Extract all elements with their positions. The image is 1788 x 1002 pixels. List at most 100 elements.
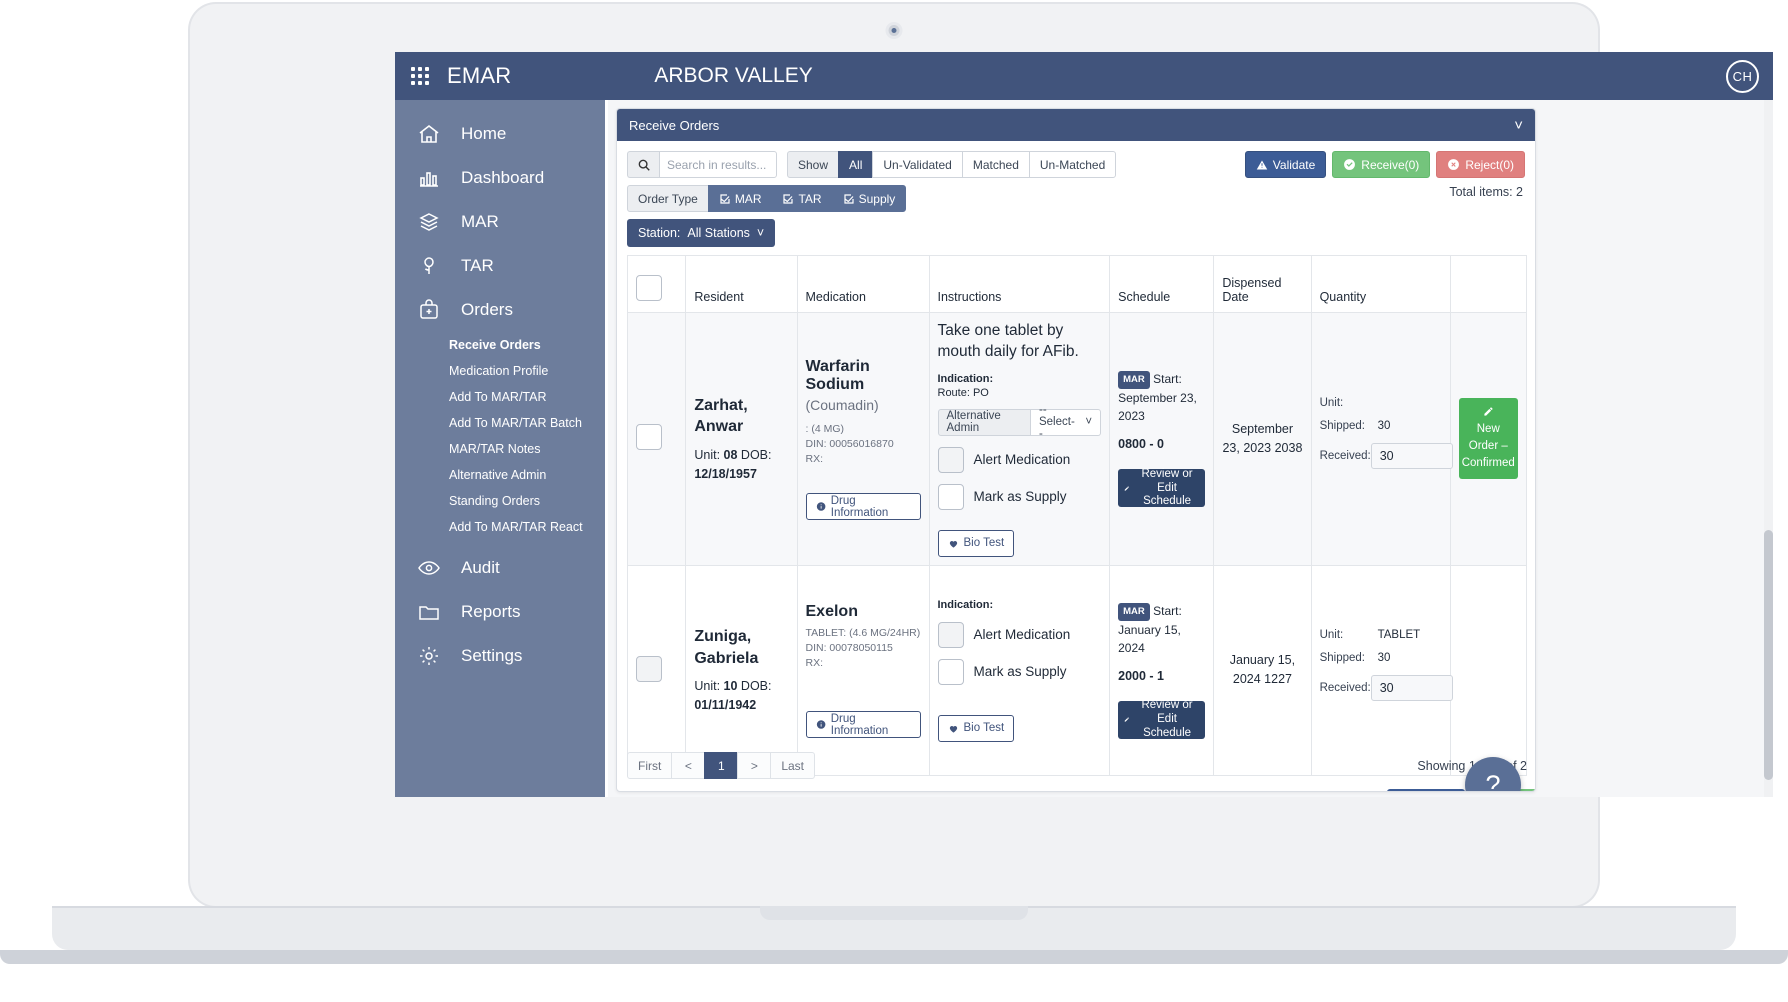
order-type-tar[interactable]: TAR xyxy=(771,185,833,212)
received-input[interactable] xyxy=(1370,674,1453,701)
orders-table: Resident Medication Instructions Schedul… xyxy=(626,255,1528,776)
orders-submenu: Receive Orders Medication Profile Add To… xyxy=(395,332,605,540)
top-bar: EMAR ARBOR VALLEY CH xyxy=(395,52,1773,100)
pager-prev[interactable]: < xyxy=(671,752,706,779)
sidebar-subitem-receive-orders[interactable]: Receive Orders xyxy=(395,332,605,358)
select-all-checkbox[interactable] xyxy=(636,275,662,301)
mark-as-supply-label: Mark as Supply xyxy=(973,664,1067,680)
medication-din: DIN: 00056016870 xyxy=(805,437,894,450)
medication-strength: : (4 MG) xyxy=(805,422,845,435)
eye-icon xyxy=(417,555,451,581)
sidebar-subitem-standing-orders[interactable]: Standing Orders xyxy=(395,488,605,514)
drug-information-button[interactable]: Drug Information xyxy=(805,493,921,521)
sidebar-subitem-add-to-mar-tar[interactable]: Add To MAR/TAR xyxy=(395,384,605,410)
pager-last[interactable]: Last xyxy=(770,752,816,779)
schedule-time: 2000 - 1 xyxy=(1118,668,1164,683)
alert-medication-checkbox[interactable] xyxy=(937,621,964,648)
status-badge[interactable]: New Order – Confirmed xyxy=(1458,398,1518,480)
mark-as-supply-checkbox[interactable] xyxy=(937,658,964,685)
mark-as-supply-row: Mark as Supply xyxy=(937,658,1102,685)
show-filter-all[interactable]: All xyxy=(838,151,874,178)
review-edit-schedule-button[interactable]: Review or Edit Schedule xyxy=(1118,468,1206,508)
chevron-down-icon: ˅ xyxy=(756,226,765,240)
mark-as-supply-checkbox[interactable] xyxy=(937,483,964,510)
order-type-supply[interactable]: Supply xyxy=(831,185,907,212)
sidebar-item-reports[interactable]: Reports xyxy=(395,590,605,634)
drug-information-button[interactable]: Drug Information xyxy=(805,711,921,739)
header-dispensed-date: Dispensed Date xyxy=(1213,255,1312,313)
sidebar-subitem-medication-profile[interactable]: Medication Profile xyxy=(395,358,605,384)
shipped-label: Shipped: xyxy=(1319,651,1365,664)
times-circle-icon xyxy=(1448,159,1460,170)
receive-button[interactable]: Receive(0) xyxy=(1332,151,1431,178)
avatar[interactable]: CH xyxy=(1726,60,1759,93)
pager-first[interactable]: First xyxy=(627,752,673,779)
pager-page-1[interactable]: 1 xyxy=(704,752,739,779)
laptop-lid: EMAR ARBOR VALLEY CH Home Dashboard MAR … xyxy=(190,4,1773,906)
card-header: Receive Orders ˅ xyxy=(617,109,1535,141)
sidebar-subitem-mar-tar-notes[interactable]: MAR/TAR Notes xyxy=(395,436,605,462)
sidebar-item-mar[interactable]: MAR xyxy=(395,200,605,244)
reject-label: Reject(0) xyxy=(1465,157,1514,172)
schedule-cell: MAR Start: September 23, 2023 0800 - 0 R… xyxy=(1109,312,1215,566)
chevron-down-icon[interactable]: ˅ xyxy=(1514,117,1523,134)
scrollbar-track[interactable] xyxy=(1764,100,1773,797)
sidebar-item-home[interactable]: Home xyxy=(395,112,605,156)
reject-button[interactable]: Reject(0) xyxy=(1436,151,1525,178)
drug-information-label: Drug Information xyxy=(830,494,889,519)
dispensed-date-value: September 23, 2023 2038 xyxy=(1222,421,1303,455)
instructions-text: Take one tablet by mouth daily for AFib. xyxy=(937,322,1079,360)
order-type-group: Order Type MAR TAR Supply xyxy=(627,185,907,212)
bio-test-button[interactable]: Bio Test xyxy=(937,529,1015,557)
show-filter-un-matched[interactable]: Un-Matched xyxy=(1028,151,1117,178)
resident-cell: Zuniga, Gabriela Unit: 10 DOB: 01/11/194… xyxy=(685,564,798,776)
dob-value: 01/11/1942 xyxy=(694,697,757,712)
header-resident: Resident xyxy=(685,255,798,313)
scrollbar-thumb[interactable] xyxy=(1764,530,1773,780)
show-filter-matched[interactable]: Matched xyxy=(961,151,1030,178)
review-edit-schedule-button[interactable]: Review or Edit Schedule xyxy=(1118,699,1206,739)
sidebar-item-settings[interactable]: Settings xyxy=(395,634,605,678)
medication-cell: Warfarin Sodium (Coumadin) : (4 MG) DIN:… xyxy=(796,312,930,566)
sidebar-item-dashboard[interactable]: Dashboard xyxy=(395,156,605,200)
sidebar-item-tar[interactable]: TAR xyxy=(395,244,605,288)
shipped-label: Shipped: xyxy=(1319,420,1365,433)
bottom-validate-button[interactable] xyxy=(1387,789,1465,791)
resident-name: Zarhat, Anwar xyxy=(694,396,748,436)
show-filter-un-validated[interactable]: Un-Validated xyxy=(872,151,963,178)
show-filter-group: Show All Un-Validated Matched Un-Matched xyxy=(787,151,1117,178)
bio-test-button[interactable]: Bio Test xyxy=(937,714,1015,742)
header-medication: Medication xyxy=(796,255,930,313)
sidebar-item-label: MAR xyxy=(461,212,499,231)
laptop-notch xyxy=(760,906,1028,920)
search-icon xyxy=(627,151,659,178)
row-checkbox[interactable] xyxy=(636,424,662,451)
drug-information-label: Drug Information xyxy=(830,712,889,737)
main-content: Receive Orders ˅ Search in results... Sh… xyxy=(608,100,1773,797)
search-input[interactable] xyxy=(659,151,777,178)
sidebar-item-audit[interactable]: Audit xyxy=(395,546,605,590)
dispensed-date-cell: September 23, 2023 2038 xyxy=(1213,312,1312,566)
grid-menu-icon[interactable] xyxy=(409,65,431,87)
sidebar-item-orders[interactable]: Orders xyxy=(395,288,605,332)
mark-as-supply-label: Mark as Supply xyxy=(973,489,1067,505)
pager-next[interactable]: > xyxy=(737,752,772,779)
order-type-label-tar: TAR xyxy=(798,191,822,206)
sidebar-subitem-add-to-mar-tar-batch[interactable]: Add To MAR/TAR Batch xyxy=(395,410,605,436)
received-input[interactable] xyxy=(1370,443,1453,470)
row-checkbox[interactable] xyxy=(636,655,662,682)
mar-badge: MAR xyxy=(1118,602,1150,621)
medication-brand: (Coumadin) xyxy=(805,396,879,413)
sidebar-subitem-add-to-mar-tar-react[interactable]: Add To MAR/TAR React xyxy=(395,514,605,540)
validate-button[interactable]: Validate xyxy=(1244,151,1327,178)
alert-medication-label: Alert Medication xyxy=(973,452,1071,468)
order-type-mar[interactable]: MAR xyxy=(707,185,773,212)
station-dropdown[interactable]: Station: All Stations ˅ xyxy=(627,219,776,247)
status-label: New Order – Confirmed xyxy=(1461,423,1515,469)
sidebar-subitem-alternative-admin[interactable]: Alternative Admin xyxy=(395,462,605,488)
total-items: Total items: 2 xyxy=(1449,185,1523,199)
alert-medication-checkbox[interactable] xyxy=(937,446,964,473)
show-label: Show xyxy=(787,151,840,178)
schedule-cell: MAR Start: January 15, 2024 2000 - 1 Rev… xyxy=(1109,564,1215,776)
alternative-admin-select[interactable]: --Select-- ˅ xyxy=(1030,404,1102,440)
